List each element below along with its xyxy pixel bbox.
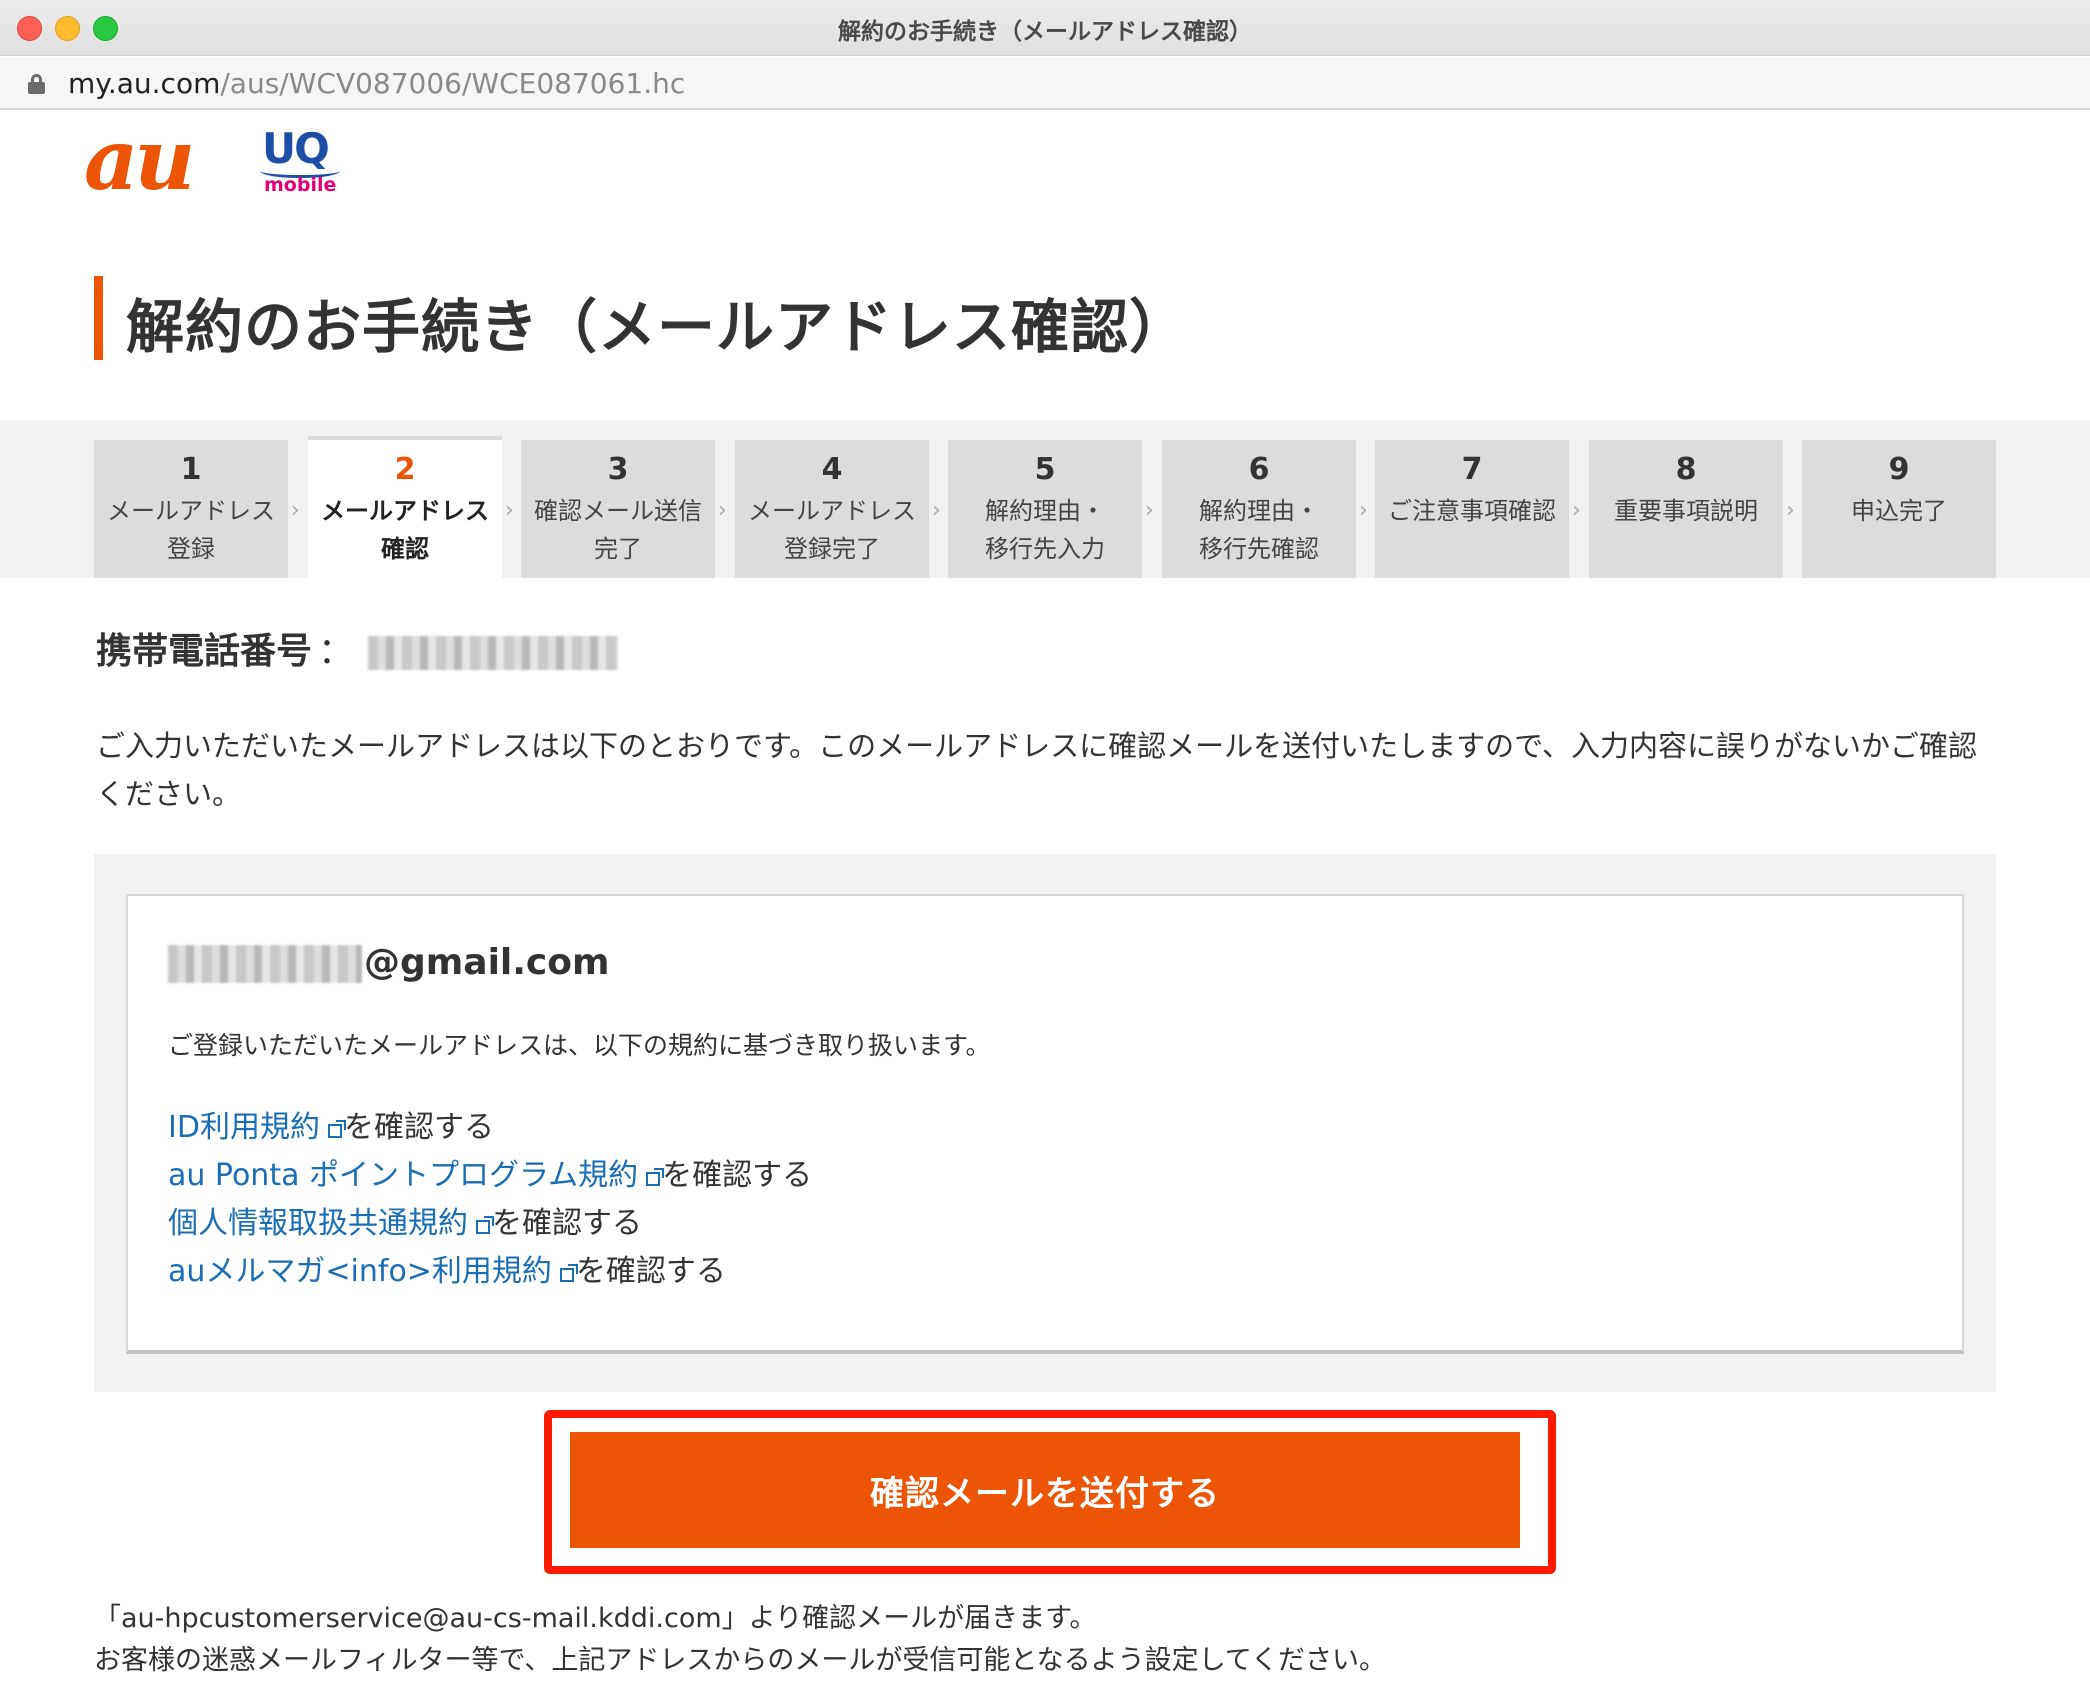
step-number: 9 (1888, 452, 1910, 487)
chevron-right-icon: › (505, 498, 514, 523)
chevron-right-icon: › (291, 498, 300, 523)
policy-link[interactable]: 個人情報取扱共通規約 (168, 1206, 468, 1241)
chevron-right-icon: › (718, 498, 727, 523)
policy-link-row: au Ponta ポイントプログラム規約 を確認する (168, 1152, 812, 1200)
footer-line-filter: お客様の迷惑メールフィルター等で、上記アドレスからのメールが受信可能となるよう設… (94, 1645, 1386, 1676)
url-path: /aus/WCV087006/WCE087061.hc (220, 67, 686, 100)
policy-link-suffix: を確認する (492, 1206, 642, 1241)
address-bar[interactable]: my.au.com/aus/WCV087006/WCE087061.hc (0, 57, 2090, 110)
heading-accent-bar (94, 276, 103, 360)
external-link-icon[interactable] (327, 1120, 346, 1138)
policy-link[interactable]: au Ponta ポイントプログラム規約 (168, 1158, 638, 1193)
step-label: メールアドレス 確認 (321, 497, 489, 563)
step-9: 9 申込完了 (1802, 440, 1996, 578)
policy-link-suffix: を確認する (343, 1110, 494, 1145)
email-local-redacted (168, 945, 362, 983)
phone-number-label: 携帯電話番号 (96, 631, 313, 672)
policy-note: ご登録いただいたメールアドレスは、以下の規約に基づき取り扱います。 (168, 1031, 991, 1060)
step-5: 5 解約理由・ 移行先入力 (948, 440, 1142, 578)
step-7: 7 ご注意事項確認 (1375, 440, 1569, 578)
step-label: 解約理由・ 移行先入力 (985, 497, 1105, 563)
confirm-card: @gmail.com ご登録いただいたメールアドレスは、以下の規約に基づき取り扱… (126, 894, 1964, 1354)
step-3: 3 確認メール送信 完了 (521, 440, 715, 578)
send-confirmation-email-button[interactable]: 確認メールを送付する (570, 1432, 1520, 1548)
lock-icon (28, 74, 45, 94)
phone-number-colon: ： (318, 631, 355, 672)
external-link-icon[interactable] (476, 1216, 494, 1234)
chevron-right-icon: › (1572, 498, 1581, 523)
step-1: 1 メールアドレス 登録 (94, 440, 288, 578)
policy-link[interactable]: ID利用規約 (168, 1110, 320, 1145)
url-host: my.au.com (68, 67, 221, 100)
step-number: 2 (394, 452, 416, 487)
external-link-icon[interactable] (646, 1168, 665, 1186)
footer-note: 「au-hpcustomerservice@au-cs-mail.kddi.co… (94, 1598, 1386, 1682)
step-6: 6 解約理由・ 移行先確認 (1162, 440, 1356, 578)
policy-links: ID利用規約 を確認する au Ponta ポイントプログラム規約 を確認する 個人情報… (168, 1104, 812, 1296)
window-title: 解約のお手続き（メールアドレス確認） (838, 19, 1252, 45)
step-number: 6 (1248, 452, 1270, 487)
au-logo[interactable]: au (84, 118, 195, 202)
chevron-right-icon: › (1786, 498, 1795, 523)
step-label: メールアドレス 登録完了 (748, 497, 916, 563)
step-number: 5 (1034, 452, 1056, 487)
url-text[interactable]: my.au.com/aus/WCV087006/WCE087061.hc (68, 67, 685, 100)
window-titlebar: 解約のお手続き（メールアドレス確認） (0, 0, 2090, 56)
step-number: 7 (1461, 452, 1483, 487)
step-label: メールアドレス 登録 (107, 497, 275, 563)
uq-mobile-logo[interactable]: UQ mobile (250, 128, 350, 200)
step-label: 申込完了 (1851, 497, 1947, 525)
page-title: 解約のお手続き（メールアドレス確認） (126, 293, 1189, 361)
email-domain: @gmail.com (364, 942, 610, 983)
chevron-right-icon: › (932, 498, 941, 523)
policy-link-row: 個人情報取扱共通規約 を確認する (168, 1200, 812, 1248)
step-number: 1 (180, 452, 202, 487)
step-label: ご注意事項確認 (1388, 497, 1556, 525)
step-4: 4 メールアドレス 登録完了 (735, 440, 929, 578)
step-label: 重要事項説明 (1614, 497, 1758, 525)
phone-number-row: 携帯電話番号： (96, 622, 619, 674)
step-2: 2 メールアドレス 確認 (308, 436, 502, 578)
chevron-right-icon: › (1359, 498, 1368, 523)
step-number: 8 (1675, 452, 1697, 487)
policy-link-suffix: を確認する (662, 1158, 813, 1193)
step-number: 3 (607, 452, 629, 487)
footer-line-sender: 「au-hpcustomerservice@au-cs-mail.kddi.co… (94, 1603, 1097, 1634)
intro-text: ご入力いただいたメールアドレスは以下のとおりです。このメールアドレスに確認メール… (96, 729, 1977, 811)
policy-link[interactable]: auメルマガ<info>利用規約 (168, 1254, 552, 1289)
policy-link-row: ID利用規約 を確認する (168, 1104, 812, 1152)
step-number: 4 (821, 452, 843, 487)
email-address: @gmail.com (168, 942, 610, 983)
phone-number-redacted (368, 636, 619, 670)
chevron-right-icon: › (1145, 498, 1154, 523)
policy-link-suffix: を確認する (575, 1254, 726, 1289)
policy-link-row: auメルマガ<info>利用規約 を確認する (168, 1248, 812, 1296)
external-link-icon[interactable] (559, 1264, 578, 1282)
step-label: 確認メール送信 完了 (534, 497, 702, 563)
step-label: 解約理由・ 移行先確認 (1199, 497, 1319, 563)
step-8: 8 重要事項説明 (1589, 440, 1783, 578)
uq-logo-sub: mobile (264, 174, 337, 196)
